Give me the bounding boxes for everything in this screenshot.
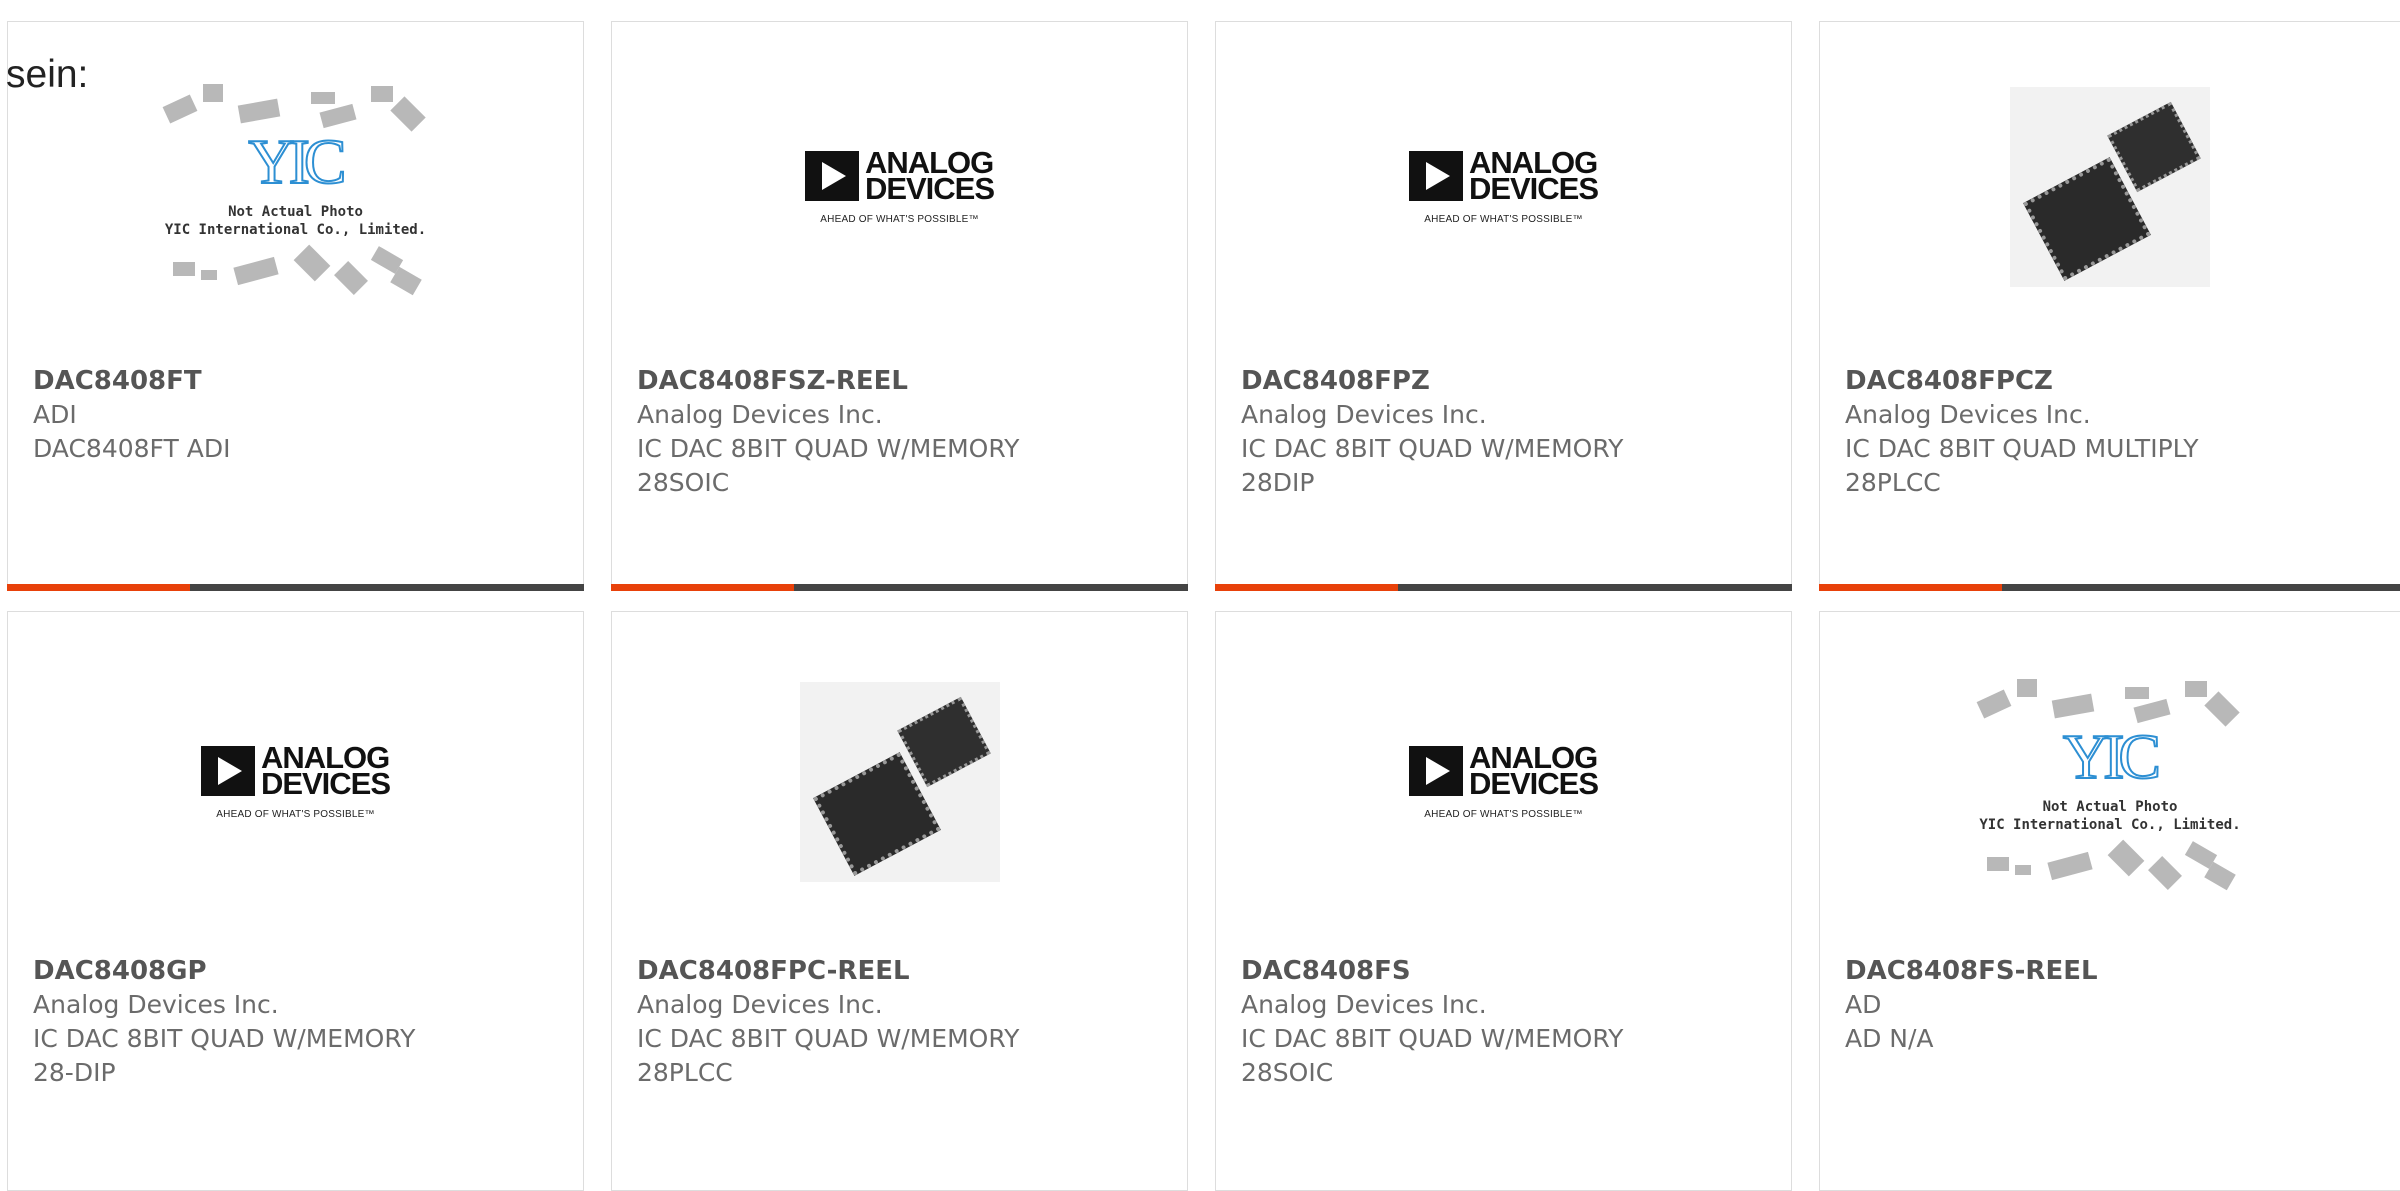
manufacturer: ADI <box>33 400 77 429</box>
analog-devices-logo: ANALOG DEVICES AHEAD OF WHAT'S POSSIBLE™ <box>1408 147 1599 225</box>
description: IC DAC 8BIT QUAD W/MEMORY <box>637 1024 1020 1053</box>
analog-devices-triangle-icon <box>1408 745 1463 796</box>
part-number[interactable]: DAC8408FT <box>33 364 573 398</box>
product-image: ANALOG DEVICES AHEAD OF WHAT'S POSSIBLE™ <box>8 667 583 897</box>
placeholder-text: Not Actual Photo <box>228 204 363 220</box>
product-card[interactable]: YIC Not Actual Photo YIC International C… <box>7 21 584 591</box>
manufacturer: Analog Devices Inc. <box>1845 400 2091 429</box>
card-bottom-bar <box>7 584 584 591</box>
analog-devices-logo: ANALOG DEVICES AHEAD OF WHAT'S POSSIBLE™ <box>804 147 995 225</box>
product-card[interactable]: DAC8408FPCZ Analog Devices Inc. IC DAC 8… <box>1819 21 2400 591</box>
part-number[interactable]: DAC8408FSZ-REEL <box>637 364 1177 398</box>
description: IC DAC 8BIT QUAD W/MEMORY <box>637 434 1020 463</box>
part-number[interactable]: DAC8408FPC-REEL <box>637 954 1177 988</box>
product-card[interactable]: ANALOG DEVICES AHEAD OF WHAT'S POSSIBLE™ … <box>611 21 1188 591</box>
package: 28PLCC <box>1845 468 1941 497</box>
yic-logo-icon: YIC <box>2062 721 2162 793</box>
part-number[interactable]: DAC8408FS <box>1241 954 1781 988</box>
card-bottom-bar <box>1819 584 2400 591</box>
product-image: ANALOG DEVICES AHEAD OF WHAT'S POSSIBLE™ <box>612 72 1187 302</box>
description: AD N/A <box>1845 1024 1934 1053</box>
intro-text: sein: <box>6 53 89 96</box>
manufacturer: Analog Devices Inc. <box>637 400 883 429</box>
description: DAC8408FT ADI <box>33 434 231 463</box>
product-image <box>612 667 1187 897</box>
package: 28-DIP <box>33 1058 116 1087</box>
product-card[interactable]: ANALOG DEVICES AHEAD OF WHAT'S POSSIBLE™ … <box>1215 21 1792 591</box>
part-number[interactable]: DAC8408FS-REEL <box>1845 954 2399 988</box>
part-number[interactable]: DAC8408FPCZ <box>1845 364 2399 398</box>
product-card[interactable]: YIC Not Actual Photo YIC International C… <box>1819 611 2400 1191</box>
product-card[interactable]: ANALOG DEVICES AHEAD OF WHAT'S POSSIBLE™ … <box>7 611 584 1191</box>
analog-devices-triangle-icon <box>1408 150 1463 201</box>
yic-logo-icon: YIC <box>247 126 347 198</box>
plcc-chip-photo <box>799 682 1000 882</box>
description: IC DAC 8BIT QUAD W/MEMORY <box>1241 1024 1624 1053</box>
description: IC DAC 8BIT QUAD MULTIPLY <box>1845 434 2199 463</box>
card-bottom-bar <box>1215 584 1792 591</box>
card-bottom-bar <box>611 584 1188 591</box>
package: 28SOIC <box>1241 1058 1334 1087</box>
manufacturer: Analog Devices Inc. <box>33 990 279 1019</box>
product-image: YIC Not Actual Photo YIC International C… <box>1820 667 2400 897</box>
description: IC DAC 8BIT QUAD W/MEMORY <box>33 1024 416 1053</box>
product-image: ANALOG DEVICES AHEAD OF WHAT'S POSSIBLE™ <box>1216 667 1791 897</box>
placeholder-company: YIC International Co., Limited. <box>164 222 427 238</box>
package: 28DIP <box>1241 468 1315 497</box>
manufacturer: Analog Devices Inc. <box>1241 400 1487 429</box>
plcc-chip-photo <box>2010 87 2210 287</box>
manufacturer: Analog Devices Inc. <box>637 990 883 1019</box>
product-image: YIC Not Actual Photo YIC International C… <box>8 72 583 302</box>
product-card[interactable]: ANALOG DEVICES AHEAD OF WHAT'S POSSIBLE™ … <box>1215 611 1792 1191</box>
manufacturer: AD <box>1845 990 1882 1019</box>
product-image <box>1820 72 2400 302</box>
analog-devices-logo: ANALOG DEVICES AHEAD OF WHAT'S POSSIBLE™ <box>1408 742 1599 820</box>
not-actual-photo-placeholder: YIC Not Actual Photo YIC International C… <box>1975 667 2245 897</box>
not-actual-photo-placeholder: YIC Not Actual Photo YIC International C… <box>161 72 431 302</box>
product-card[interactable]: DAC8408FPC-REEL Analog Devices Inc. IC D… <box>611 611 1188 1191</box>
placeholder-company: YIC International Co., Limited. <box>1979 817 2241 833</box>
analog-devices-triangle-icon <box>804 150 859 201</box>
package: 28PLCC <box>637 1058 733 1087</box>
analog-devices-logo: ANALOG DEVICES AHEAD OF WHAT'S POSSIBLE™ <box>200 742 391 820</box>
part-number[interactable]: DAC8408GP <box>33 954 573 988</box>
part-number[interactable]: DAC8408FPZ <box>1241 364 1781 398</box>
manufacturer: Analog Devices Inc. <box>1241 990 1487 1019</box>
package: 28SOIC <box>637 468 730 497</box>
placeholder-text: Not Actual Photo <box>2042 799 2178 815</box>
product-image: ANALOG DEVICES AHEAD OF WHAT'S POSSIBLE™ <box>1216 72 1791 302</box>
description: IC DAC 8BIT QUAD W/MEMORY <box>1241 434 1624 463</box>
analog-devices-triangle-icon <box>200 745 255 796</box>
